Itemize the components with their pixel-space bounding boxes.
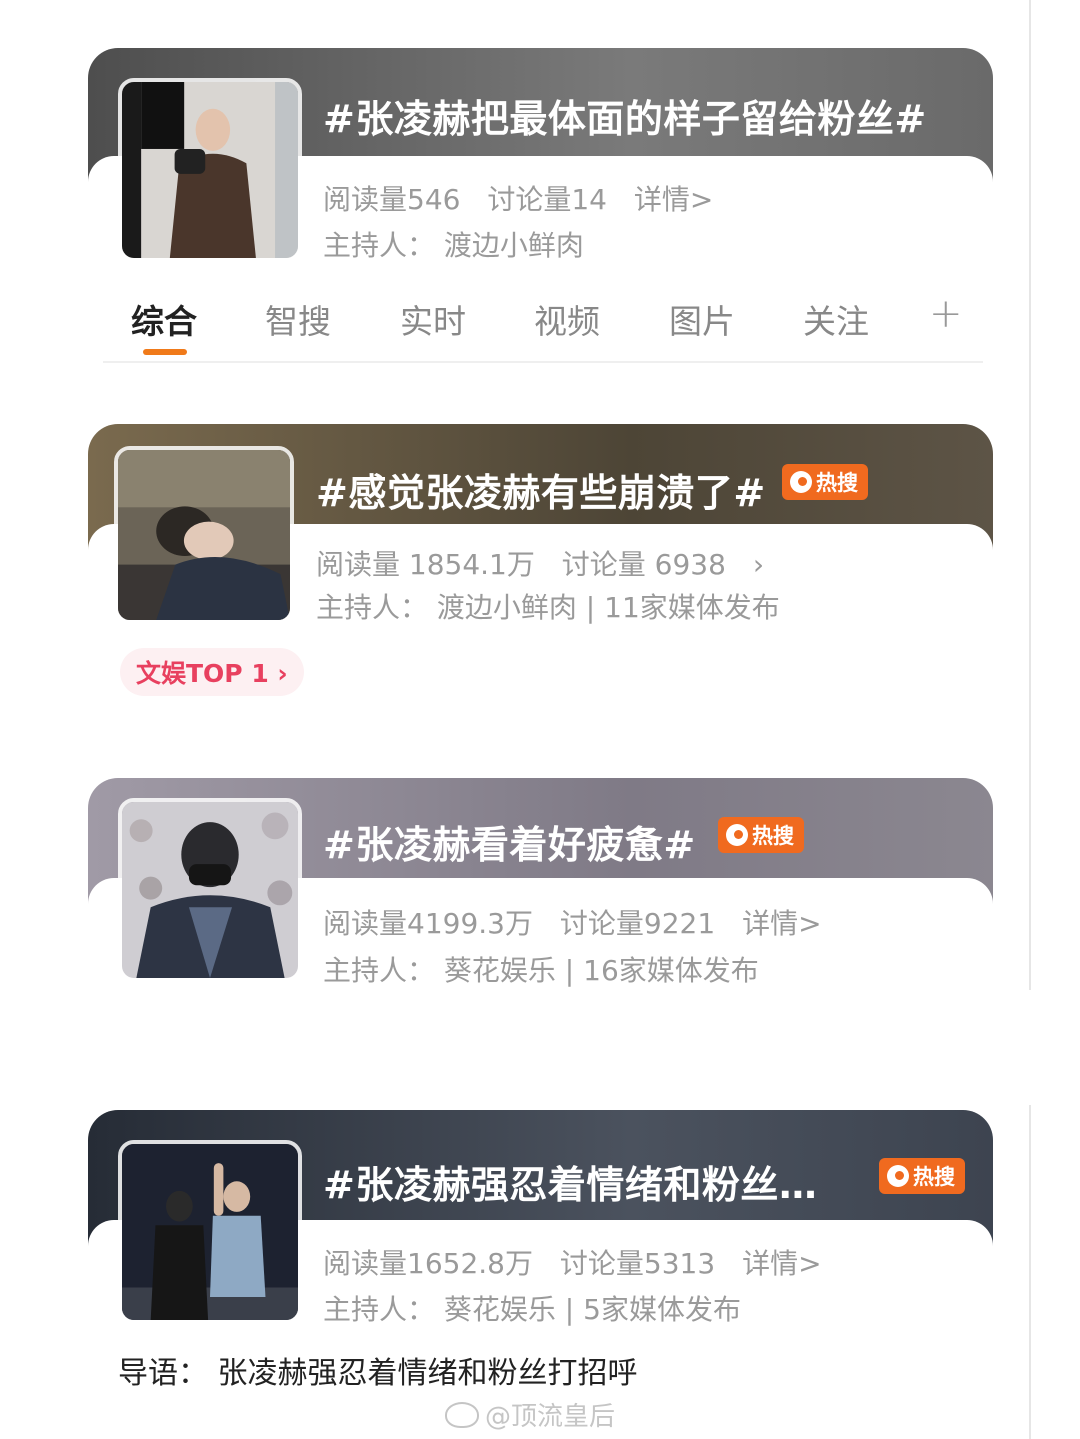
discussion-count: 讨论量 6938 [561, 548, 726, 581]
topic-host: 主持人： 葵花娱乐 | 16家媒体发布 [323, 954, 759, 987]
right-edge-rule-lower [1029, 1105, 1031, 1439]
topic-card-4[interactable]: #张凌赫强忍着情绪和粉丝… 热搜 阅读量1652.8万 讨论量5313 详情> … [88, 1110, 993, 1326]
hot-icon [726, 824, 748, 846]
right-edge-rule [1029, 0, 1031, 990]
tab-following[interactable]: 关注 [803, 295, 869, 343]
topic-host: 主持人： 渡边小鲜肉 [323, 229, 584, 262]
read-count: 阅读量 1854.1万 [316, 548, 535, 581]
topic-title[interactable]: #感觉张凌赫有些崩溃了# [316, 462, 766, 517]
topic-card-3[interactable]: #张凌赫看着好疲惫# 热搜 阅读量4199.3万 讨论量9221 详情> 主持人… [88, 778, 993, 987]
topic-host: 主持人： 葵花娱乐 | 5家媒体发布 [323, 1293, 741, 1326]
badge-label: 热搜 [752, 824, 794, 848]
topic-title[interactable]: #张凌赫看着好疲惫# [323, 814, 696, 869]
topic-thumbnail[interactable] [118, 78, 302, 262]
topic-thumbnail[interactable] [118, 1140, 302, 1324]
details-link[interactable]: 详情> [634, 183, 713, 216]
watermark: @顶流皇后 [445, 1396, 615, 1433]
search-tabs: 综合 智搜 实时 视频 图片 关注 + [103, 285, 983, 363]
topic-card-2[interactable]: #感觉张凌赫有些崩溃了# 热搜 阅读量 1854.1万 讨论量 6938 › 主… [88, 424, 993, 624]
tab-realtime[interactable]: 实时 [400, 295, 466, 343]
tab-smart-search[interactable]: 智搜 [265, 295, 331, 343]
topic-title[interactable]: #张凌赫强忍着情绪和粉丝… [323, 1154, 817, 1209]
discussion-count: 讨论量5313 [559, 1247, 716, 1280]
topic-title[interactable]: #张凌赫把最体面的样子留给粉丝# [323, 88, 927, 143]
topic-stats: 阅读量546 讨论量14 详情> [323, 178, 731, 218]
details-link[interactable]: 详情> [742, 1247, 821, 1280]
topic-stats: 阅读量 1854.1万 讨论量 6938 › [316, 543, 782, 583]
discussion-count: 讨论量14 [487, 183, 607, 216]
active-tab-indicator [143, 349, 187, 355]
topic-thumbnail[interactable] [118, 798, 302, 982]
topic-thumbnail[interactable] [114, 446, 294, 624]
hot-search-badge: 热搜 [718, 817, 804, 853]
topic-intro: 导语： 张凌赫强忍着情绪和粉丝打招呼 [118, 1356, 638, 1391]
read-count: 阅读量1652.8万 [323, 1247, 533, 1280]
hot-icon [790, 471, 812, 493]
badge-label: 热搜 [913, 1165, 955, 1189]
topic-card-1[interactable]: #张凌赫把最体面的样子留给粉丝# 阅读量546 讨论量14 详情> 主持人： 渡… [88, 48, 993, 263]
tab-comprehensive[interactable]: 综合 [131, 295, 197, 343]
hot-icon [887, 1165, 909, 1187]
chevron-right-icon[interactable]: › [753, 548, 764, 581]
tab-images[interactable]: 图片 [669, 295, 735, 343]
add-tab-icon[interactable]: + [929, 291, 963, 337]
entertainment-top-pill[interactable]: 文娱TOP 1 › [120, 648, 304, 696]
topic-stats: 阅读量4199.3万 讨论量9221 详情> [323, 902, 840, 942]
weibo-logo-icon [445, 1401, 479, 1428]
hot-search-badge: 热搜 [879, 1158, 965, 1194]
watermark-text: @顶流皇后 [485, 1402, 616, 1432]
details-link[interactable]: 详情> [742, 907, 821, 940]
tab-video[interactable]: 视频 [534, 295, 600, 343]
discussion-count: 讨论量9221 [559, 907, 716, 940]
hot-search-badge: 热搜 [782, 464, 868, 500]
read-count: 阅读量546 [323, 183, 461, 216]
topic-stats: 阅读量1652.8万 讨论量5313 详情> [323, 1242, 840, 1282]
read-count: 阅读量4199.3万 [323, 907, 533, 940]
topic-host: 主持人： 渡边小鲜肉 | 11家媒体发布 [316, 591, 780, 624]
badge-label: 热搜 [816, 471, 858, 495]
